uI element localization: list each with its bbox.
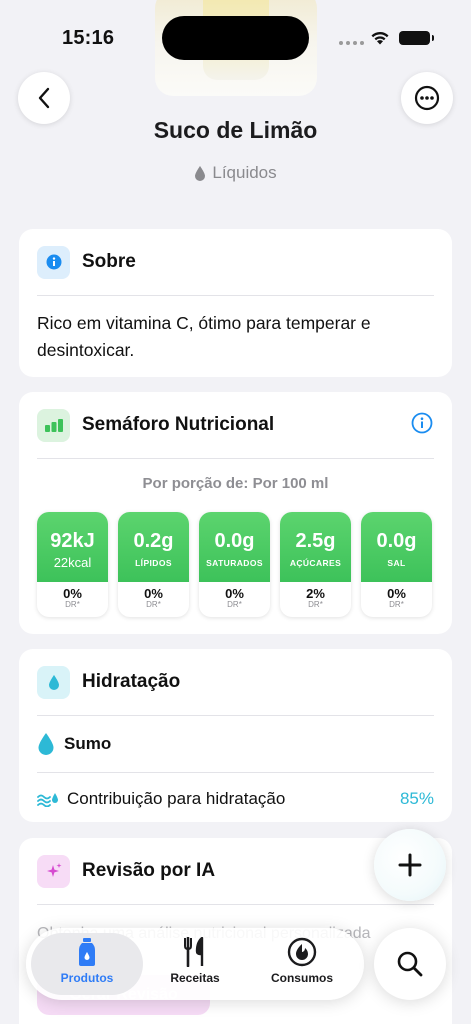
about-header: Sobre [19, 229, 452, 295]
nutrient-tile-lipids: 0.2g LÍPIDOS 0% DR* [118, 512, 189, 617]
product-title: Suco de Limão [153, 117, 318, 143]
water-drop-icon [38, 733, 54, 755]
add-button[interactable] [374, 829, 446, 901]
tile-pct: 0% [144, 586, 163, 601]
info-icon [37, 245, 70, 279]
hydration-type-row: Sumo [19, 716, 452, 772]
nutrient-tile-salt: 0.0g SAL 0% DR* [361, 512, 432, 617]
divider [37, 458, 434, 459]
dynamic-island [162, 16, 309, 60]
water-drop-icon [37, 665, 70, 699]
chevron-left-icon [38, 87, 50, 109]
about-text: Rico em vitamina C, ótimo para temperar … [37, 313, 371, 360]
tile-label: AÇÚCARES [289, 558, 342, 568]
status-bar: 15:16 [0, 0, 471, 76]
tile-pct: 0% [387, 586, 406, 601]
hydration-card: Hidratação Sumo Contribuição para hidrat… [19, 649, 452, 822]
flame-icon [287, 937, 317, 967]
tile-dr: DR* [227, 600, 242, 609]
plus-icon [398, 853, 422, 877]
wifi-icon [371, 31, 389, 45]
portion-label: Por porção de: Por 100 ml [142, 475, 329, 492]
category-label: Líquidos [212, 163, 277, 182]
tile-dr: DR* [146, 600, 161, 609]
bottle-icon [79, 938, 95, 966]
contribution-value: 85% [399, 789, 434, 808]
about-heading: Sobre [82, 251, 136, 272]
semaforo-header: Semáforo Nutricional [19, 392, 452, 458]
fork-knife-icon [184, 937, 204, 967]
tile-value: 92kJ [50, 530, 95, 552]
semaforo-heading: Semáforo Nutricional [82, 414, 275, 435]
tile-pct: 0% [225, 586, 244, 601]
hydration-heading: Hidratação [82, 671, 181, 692]
tile-pct: 2% [306, 586, 325, 601]
nutrient-tile-energy: 92kJ 22kcal 0% DR* [37, 512, 108, 617]
ellipsis-circle-icon [414, 85, 440, 111]
tile-value: 0.0g [214, 530, 255, 552]
tab-label: Consumos [270, 971, 333, 985]
search-icon [397, 951, 423, 977]
signal-icon [339, 41, 364, 45]
drop-icon [195, 165, 206, 181]
tab-bar: Produtos Receitas Consumos [26, 928, 364, 1000]
hydration-contribution-row: Contribuição para hidratação 85% [19, 773, 452, 825]
contribution-label: Contribuição para hidratação [67, 789, 286, 808]
tile-dr: DR* [389, 600, 404, 609]
nutrition-traffic-light-card: Semáforo Nutricional Por porção de: Por … [19, 392, 452, 634]
bar-chart-icon [37, 408, 70, 442]
tile-value: 0.0g [376, 530, 417, 552]
tile-pct: 0% [63, 586, 82, 601]
about-card: Sobre Rico em vitamina C, ótimo para tem… [19, 229, 452, 377]
status-time: 15:16 [62, 27, 115, 49]
tab-consumos[interactable]: Consumos [252, 936, 352, 992]
sparkles-icon [37, 854, 70, 888]
hydration-type: Sumo [64, 734, 112, 753]
tile-dr: DR* [308, 600, 323, 609]
water-waves-icon [37, 793, 58, 807]
nutrient-tiles: 92kJ 22kcal 0% DR* 0.2g LÍPIDOS 0% DR* 0.0g S… [19, 512, 452, 617]
nutrient-tile-sugars: 2.5g AÇÚCARES 2% DR* [280, 512, 351, 617]
tile-value: 0.2g [133, 530, 174, 552]
tile-label: SATURADOS [206, 558, 263, 568]
info-circle-icon[interactable] [411, 412, 433, 434]
tile-label: SAL [387, 558, 406, 568]
tab-label: Receitas [170, 971, 220, 985]
hydration-header: Hidratação [19, 649, 452, 715]
tile-label: LÍPIDOS [135, 558, 172, 568]
tab-produtos[interactable]: Produtos [37, 936, 137, 992]
tab-receitas[interactable]: Receitas [145, 936, 245, 992]
tile-sub: 22kcal [53, 555, 92, 570]
search-button[interactable] [374, 928, 446, 1000]
tile-value: 2.5g [295, 530, 336, 552]
ai-review-heading: Revisão por IA [82, 860, 216, 881]
product-category: Líquidos [0, 163, 471, 183]
nutrient-tile-saturated: 0.0g SATURADOS 0% DR* [199, 512, 270, 617]
tile-dr: DR* [65, 600, 80, 609]
tab-label: Produtos [60, 971, 114, 985]
battery-icon [399, 31, 434, 45]
